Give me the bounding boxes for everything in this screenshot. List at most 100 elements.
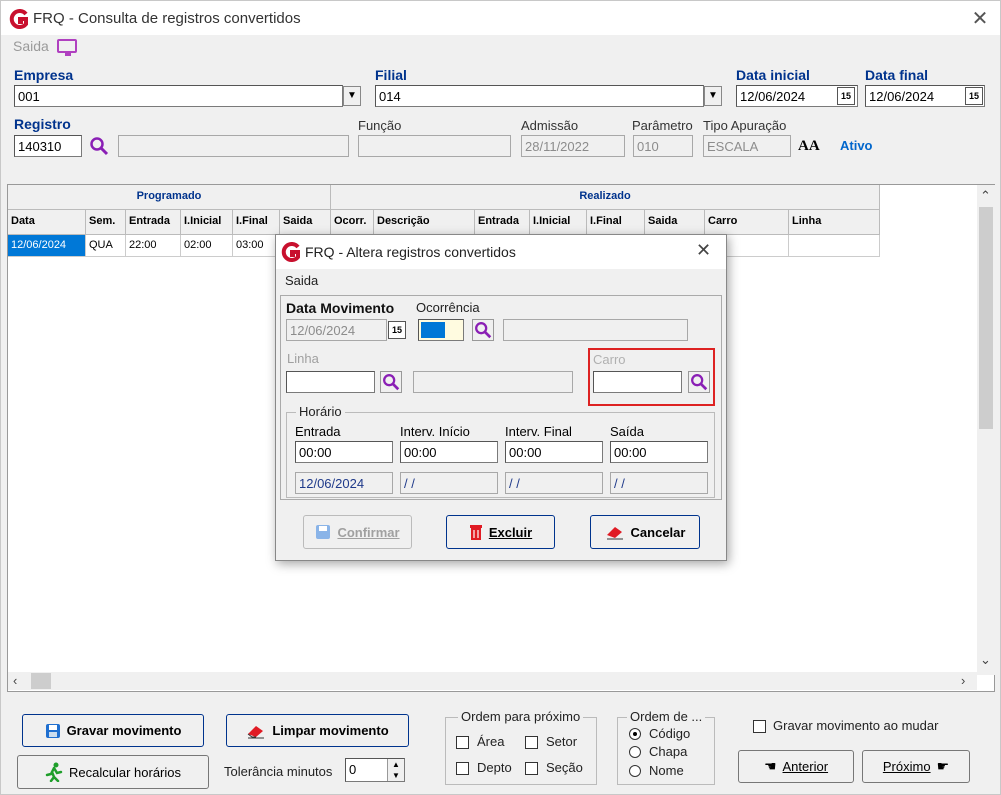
dialog-title: FRQ - Altera registros convertidos (305, 244, 516, 260)
linha-label: Linha (287, 351, 319, 366)
tolerancia-spinner-icon[interactable]: ▲ ▼ (387, 759, 404, 781)
dialog-title-bar: FRQ - Altera registros convertidos ✕ (276, 235, 726, 269)
recalcular-horarios-button[interactable]: Recalcular horários (17, 755, 209, 789)
cancelar-button[interactable]: Cancelar (590, 515, 700, 549)
grid-header-ocorr[interactable]: Ocorr. (331, 210, 374, 235)
ocorrencia-selection (421, 322, 445, 338)
horizontal-scrollbar[interactable] (8, 672, 977, 690)
scroll-left-icon[interactable]: ‹ (13, 673, 17, 688)
dialog-menu-saida[interactable]: Saida (285, 273, 318, 288)
grid-cell-entrada[interactable]: 22:00 (126, 235, 181, 257)
gravar-movimento-button[interactable]: Gravar movimento (22, 714, 204, 747)
search-icon[interactable] (472, 319, 494, 341)
grid-header-i-inicial[interactable]: I.Inicial (181, 210, 233, 235)
close-icon[interactable]: ✕ (965, 5, 995, 33)
linha-field[interactable] (286, 371, 375, 393)
font-icon[interactable]: AA (798, 138, 820, 155)
search-icon[interactable] (89, 136, 109, 156)
proximo-label: Próximo (882, 759, 931, 774)
excluir-label: Excluir (488, 524, 533, 540)
nome-radio[interactable] (629, 765, 641, 777)
grid-cell-sem[interactable]: QUA (86, 235, 126, 257)
grid-header-entrada-real[interactable]: Entrada (475, 210, 530, 235)
cancelar-label: Cancelar (630, 524, 686, 540)
saida-label: Saída (610, 424, 644, 439)
limpar-movimento-button[interactable]: Limpar movimento (226, 714, 409, 747)
vertical-scroll-thumb[interactable] (979, 207, 993, 429)
recalcular-horarios-label: Recalcular horários (69, 764, 181, 780)
grid-cell-i-inicial[interactable]: 02:00 (181, 235, 233, 257)
area-checkbox[interactable] (456, 736, 469, 749)
app-logo-icon (9, 9, 28, 29)
tipo-apuracao-field: ESCALA (703, 135, 791, 157)
saida-time-field[interactable]: 00:00 (610, 441, 708, 463)
app-logo-icon (281, 242, 300, 262)
calendar-icon[interactable]: 15 (837, 87, 855, 105)
grid-group-programado: Programado (8, 185, 331, 210)
registro-field[interactable]: 140310 (14, 135, 82, 157)
scroll-right-icon[interactable]: › (961, 673, 965, 688)
floppy-disk-icon (45, 723, 60, 738)
eraser-icon (606, 527, 623, 540)
saida-date-field: / / (610, 472, 708, 494)
ordem-proximo-title: Ordem para próximo (458, 709, 584, 724)
secao-checkbox[interactable] (525, 762, 538, 775)
scroll-down-icon[interactable]: ⌄ (980, 652, 991, 668)
ocorrencia-label: Ocorrência (416, 300, 480, 315)
trash-icon (469, 525, 482, 540)
registro-label: Registro (14, 116, 71, 132)
proximo-button[interactable]: Próximo ☛ (862, 750, 970, 783)
grid-cell-data[interactable]: 12/06/2024 (8, 235, 86, 257)
grid-header-data[interactable]: Data (8, 210, 86, 235)
registro-name-field (118, 135, 349, 157)
setor-checkbox[interactable] (525, 736, 538, 749)
grid-header-linha[interactable]: Linha (789, 210, 880, 235)
entrada-time-field[interactable]: 00:00 (295, 441, 393, 463)
search-icon[interactable] (380, 371, 402, 393)
interv-final-date-field: / / (505, 472, 603, 494)
grid-header-i-inicial-real[interactable]: I.Inicial (530, 210, 587, 235)
gravar-ao-mudar-checkbox[interactable] (753, 720, 766, 733)
entrada-label: Entrada (295, 424, 341, 439)
data-inicial-label: Data inicial (736, 67, 810, 83)
interv-final-time-field[interactable]: 00:00 (505, 441, 603, 463)
grid-header-entrada[interactable]: Entrada (126, 210, 181, 235)
confirmar-button[interactable]: Confirmar (303, 515, 412, 549)
grid-header-saida-real[interactable]: Saida (645, 210, 705, 235)
grid-header-i-final-real[interactable]: I.Final (587, 210, 645, 235)
grid-header-carro[interactable]: Carro (705, 210, 789, 235)
calendar-icon[interactable]: 15 (965, 87, 983, 105)
data-movimento-label: Data Movimento (286, 300, 395, 316)
ocorrencia-field[interactable] (418, 319, 464, 341)
depto-checkbox[interactable] (456, 762, 469, 775)
grid-header-i-final[interactable]: I.Final (233, 210, 280, 235)
empresa-dropdown-icon[interactable]: ▼ (343, 86, 361, 106)
scroll-up-icon[interactable]: ⌃ (980, 188, 991, 204)
filial-field[interactable]: 014 (375, 85, 704, 107)
anterior-button[interactable]: ☚ Anterior (738, 750, 854, 783)
codigo-radio[interactable] (629, 728, 641, 740)
window-title: FRQ - Consulta de registros convertidos (33, 10, 301, 27)
grid-header-sem[interactable]: Sem. (86, 210, 126, 235)
secao-label: Seção (546, 760, 583, 775)
calendar-icon[interactable]: 15 (388, 321, 406, 339)
interv-inicio-time-field[interactable]: 00:00 (400, 441, 498, 463)
filial-dropdown-icon[interactable]: ▼ (704, 86, 722, 106)
eraser-icon (248, 725, 265, 738)
monitor-icon[interactable] (57, 39, 77, 56)
chapa-radio[interactable] (629, 746, 641, 758)
admissao-label: Admissão (521, 118, 579, 133)
carro-highlight-box (588, 348, 715, 406)
grid-header-saida[interactable]: Saida (280, 210, 331, 235)
dialog-close-icon[interactable]: ✕ (696, 240, 711, 261)
interv-inicio-label: Interv. Início (400, 424, 470, 439)
menu-saida[interactable]: Saida (13, 38, 49, 54)
hand-left-icon: ☚ (763, 758, 777, 774)
grid-header-descricao[interactable]: Descrição (374, 210, 475, 235)
grid-cell-i-final[interactable]: 03:00 (233, 235, 280, 257)
empresa-field[interactable]: 001 (14, 85, 343, 107)
excluir-button[interactable]: Excluir (446, 515, 555, 549)
entrada-date-field: 12/06/2024 (295, 472, 393, 494)
grid-cell-linha[interactable] (789, 235, 880, 257)
horizontal-scroll-thumb[interactable] (31, 673, 51, 689)
